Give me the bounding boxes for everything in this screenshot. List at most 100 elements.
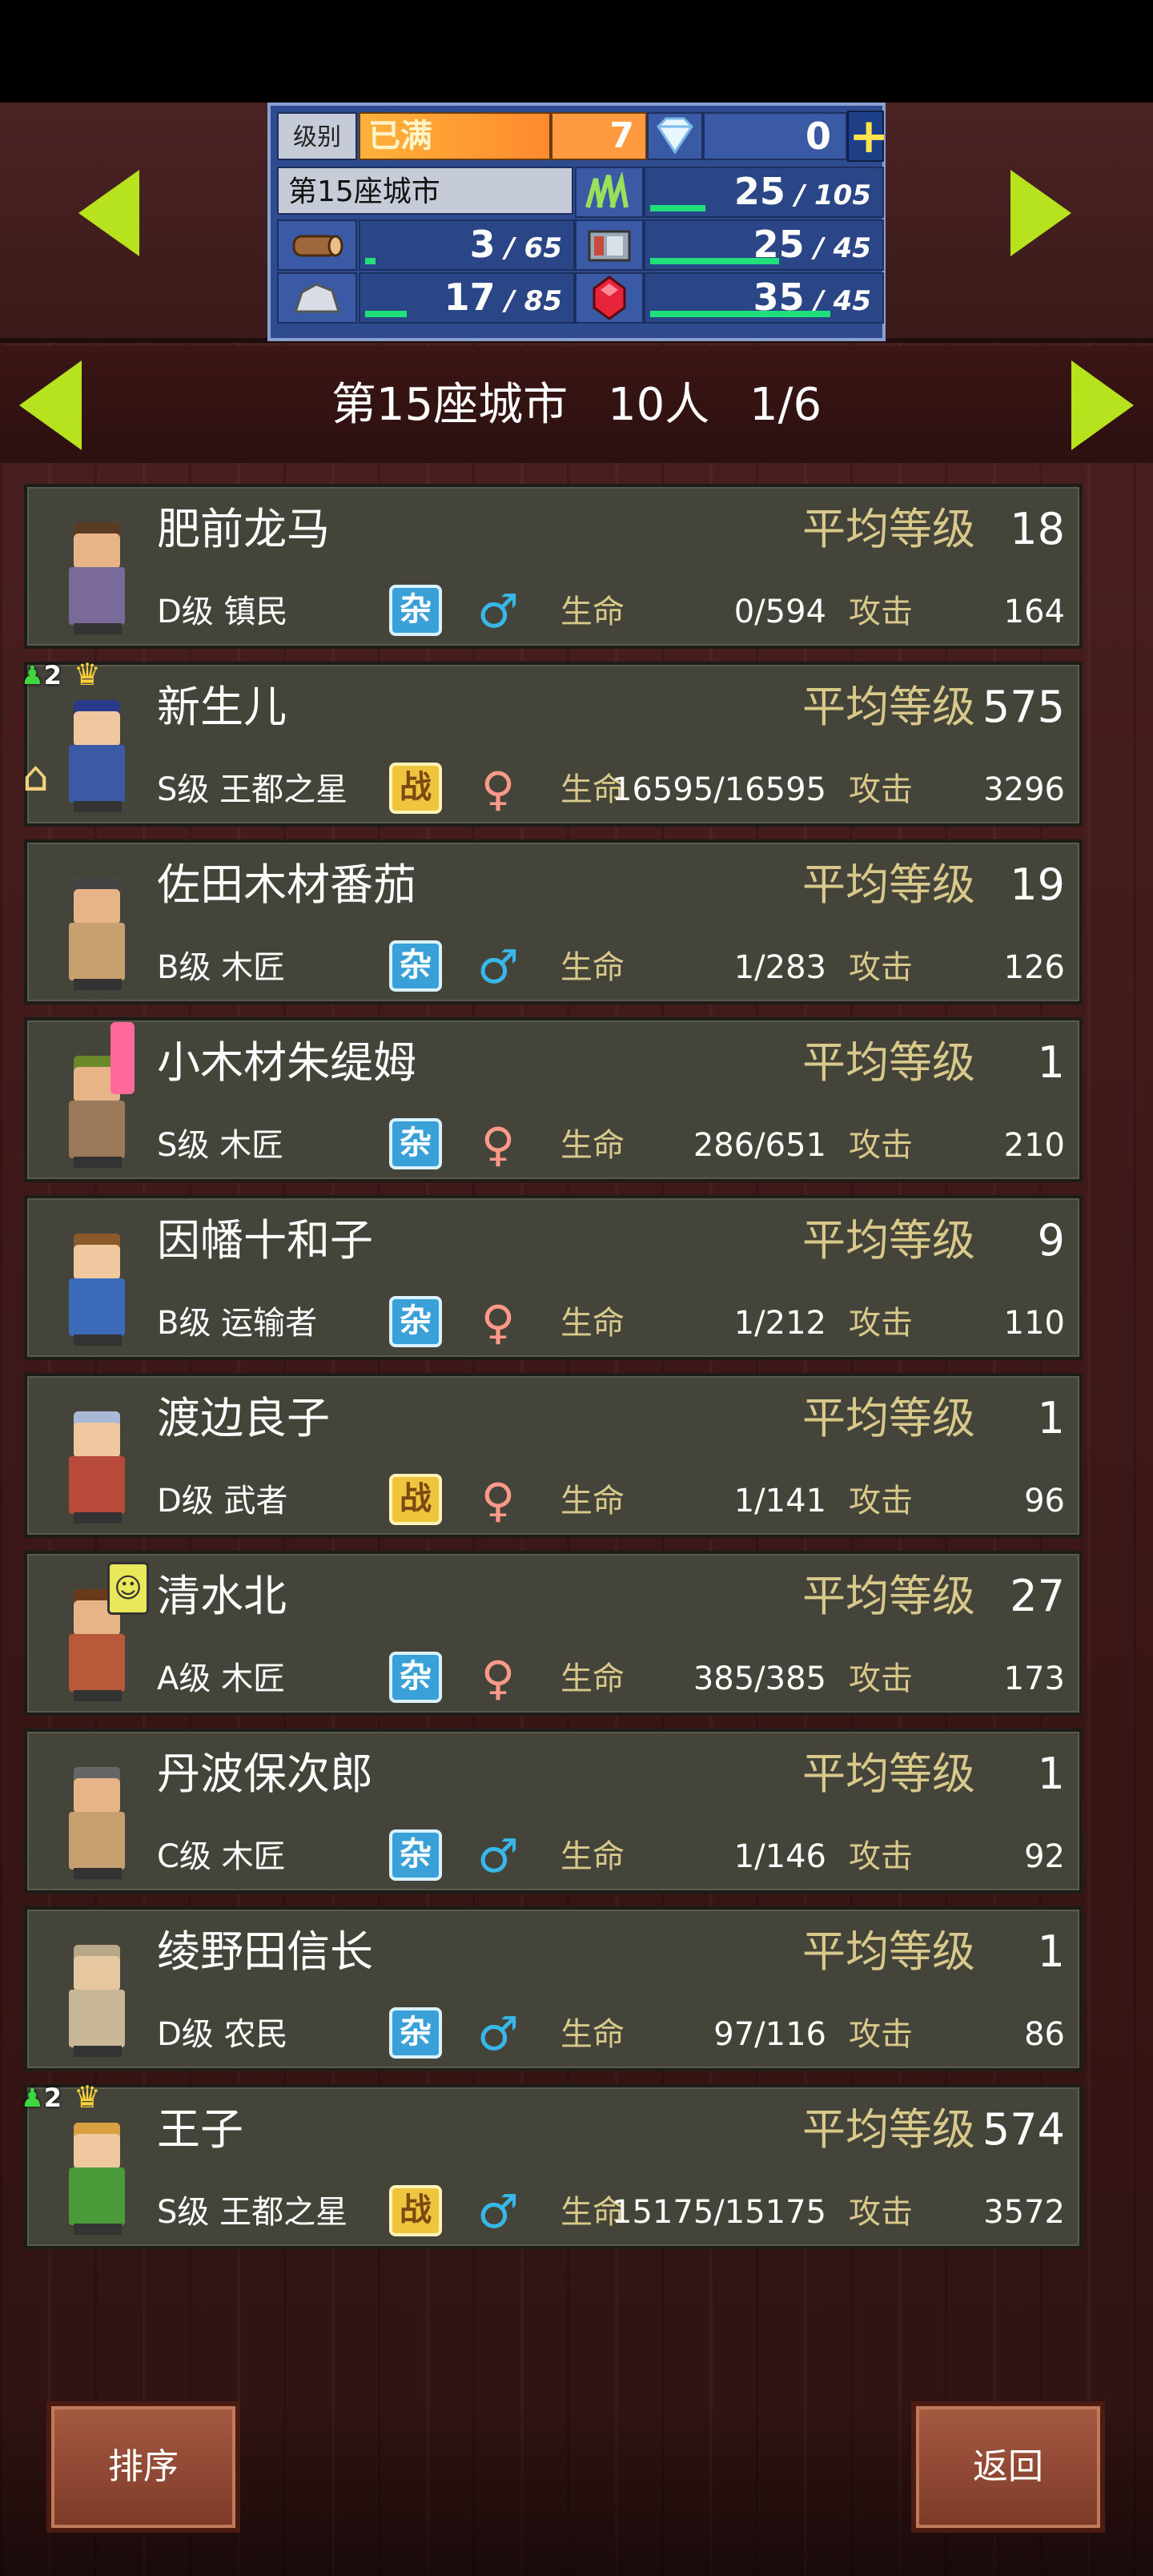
portrait-body <box>69 1278 125 1336</box>
atk-label: 攻击 <box>849 2016 913 2053</box>
resident-name: 佐田木材番茄 <box>157 859 416 910</box>
resident-name: 肥前龙马 <box>157 504 330 554</box>
list-title: 第15座城市 10人 1/6 <box>0 373 1153 437</box>
resident-card[interactable]: 丹波保次郎 平均等级 1 C级 木匠 杂 ♂ 生命 1/146 攻击 92 <box>24 1729 1083 1894</box>
misc-type-icon: 杂 <box>389 2007 442 2059</box>
hp-label: 生命 <box>560 949 625 986</box>
atk-value: 173 <box>1003 1660 1065 1697</box>
iron-bar <box>650 258 779 264</box>
atk-label: 攻击 <box>849 1660 913 1697</box>
hp-label: 生命 <box>560 1838 625 1875</box>
resident-card[interactable]: 渡边良子 平均等级 1 D级 武者 战 ♀ 生命 1/141 攻击 96 <box>24 1373 1083 1538</box>
avg-level-label: 平均等级 <box>802 682 975 732</box>
portrait-feet <box>74 1334 122 1346</box>
misc-type-icon: 杂 <box>389 585 442 636</box>
resident-card[interactable]: 肥前龙马 平均等级 18 D级 镇民 杂 ♂ 生命 0/594 攻击 164 <box>24 484 1083 649</box>
avg-level-value: 18 <box>1010 504 1065 554</box>
resident-card[interactable]: 绫野田信长 平均等级 1 D级 农民 杂 ♂ 生命 97/116 攻击 86 <box>24 1906 1083 2071</box>
level-status: 已满 <box>359 112 551 160</box>
avg-level-value: 19 <box>1010 859 1065 910</box>
avg-level-label: 平均等级 <box>802 1749 975 1799</box>
resident-card[interactable]: 清水北 平均等级 27 A级 木匠 杂 ♀ 生命 385/385 攻击 173 ☺ <box>24 1551 1083 1716</box>
ruby-bar <box>650 311 830 317</box>
atk-value: 3572 <box>983 2194 1065 2231</box>
female-icon: ♀ <box>480 762 516 816</box>
avg-level-value: 1 <box>1037 1037 1065 1088</box>
resident-portrait <box>42 1044 154 1173</box>
atk-label: 攻击 <box>849 949 913 986</box>
avg-level-value: 27 <box>1010 1571 1065 1621</box>
avg-level-value: 1 <box>1037 1926 1065 1977</box>
portrait-head <box>74 1411 120 1458</box>
atk-value: 92 <box>1024 1838 1065 1875</box>
wood-value: 3 / 65 <box>359 219 575 271</box>
avg-level-label: 平均等级 <box>802 1037 975 1088</box>
atk-value: 210 <box>1003 1127 1065 1164</box>
resident-card[interactable]: 新生儿 平均等级 575 S级 王都之星战 ♀ 生命 16595/16595 攻击 3296 ♟2… <box>21 657 1083 827</box>
rebirth-badge: ♟2 <box>21 2083 62 2113</box>
portrait-head <box>74 522 120 569</box>
hp-label: 生命 <box>560 1483 625 1519</box>
diamond-icon <box>647 112 703 160</box>
portrait-feet <box>74 2224 122 2235</box>
resident-card[interactable]: 王子 平均等级 574 S级 王都之星战 ♂ 生命 15175/15175 攻击 3572 ♟2 ♛ <box>21 2079 1083 2249</box>
portrait-head <box>74 1767 120 1813</box>
rank-job: A级 木匠 <box>157 1660 286 1697</box>
portrait-feet <box>74 1512 122 1523</box>
atk-value: 86 <box>1024 2016 1065 2053</box>
grass-value: 25 / 105 <box>644 167 884 218</box>
atk-label: 攻击 <box>849 1838 913 1875</box>
arrow-left-icon <box>78 170 139 256</box>
back-button[interactable]: 返回 <box>911 2401 1105 2533</box>
avg-level-value: 9 <box>1037 1215 1065 1266</box>
portrait-head <box>74 1945 120 1991</box>
sort-button[interactable]: 排序 <box>46 2401 240 2533</box>
resident-card[interactable]: 小木材朱缇姆 平均等级 1 S级 木匠 杂 ♀ 生命 286/651 攻击 210 <box>24 1017 1083 1182</box>
female-icon: ♀ <box>480 1295 516 1350</box>
combat-type-icon: 战 <box>389 2185 442 2236</box>
atk-label: 攻击 <box>849 594 913 630</box>
portrait-body <box>69 1634 125 1692</box>
avg-level-value: 575 <box>982 682 1065 732</box>
level-value: 7 <box>551 112 647 160</box>
hp-value: 97/116 <box>713 2016 826 2053</box>
add-gems-button[interactable]: + <box>847 111 889 162</box>
arrow-right-icon <box>1010 170 1071 256</box>
iron-icon <box>575 219 644 271</box>
hp-label: 生命 <box>560 594 625 630</box>
resident-card[interactable]: 因幡十和子 平均等级 9 B级 运输者 杂 ♀ 生命 1/212 攻击 110 <box>24 1195 1083 1360</box>
atk-value: 110 <box>1003 1305 1065 1342</box>
portrait-head <box>74 1234 120 1280</box>
list-city: 第15座城市 <box>331 379 568 431</box>
rank-job: B级 运输者 <box>157 1305 318 1342</box>
hp-value: 286/651 <box>693 1127 826 1164</box>
ruby-value: 35 / 45 <box>644 272 884 324</box>
hp-value: 1/283 <box>733 949 826 986</box>
avg-level-value: 1 <box>1037 1393 1065 1443</box>
resident-card[interactable]: 佐田木材番茄 平均等级 19 B级 木匠 杂 ♂ 生命 1/283 攻击 126 <box>24 839 1083 1004</box>
portrait-feet <box>74 979 122 990</box>
atk-label: 攻击 <box>849 1483 913 1519</box>
wood-bar <box>365 258 376 264</box>
hp-value: 1/146 <box>733 1838 826 1875</box>
grass-icon <box>575 167 644 218</box>
portrait-feet <box>74 623 122 634</box>
wood-icon <box>277 219 357 271</box>
resident-name: 绫野田信长 <box>157 1926 373 1977</box>
stone-value: 17 / 85 <box>359 272 575 324</box>
rank-job: S级 木匠 <box>157 1127 284 1164</box>
atk-label: 攻击 <box>849 1305 913 1342</box>
female-icon: ♀ <box>480 1117 516 1172</box>
rank-job: C级 木匠 <box>157 1838 286 1875</box>
portrait-body <box>69 1990 125 2047</box>
avg-level-label: 平均等级 <box>802 1393 975 1443</box>
rank-job: D级 镇民 <box>157 594 288 630</box>
misc-type-icon: 杂 <box>389 940 442 992</box>
hp-value: 15175/15175 <box>612 2194 826 2231</box>
grass-bar <box>650 205 705 211</box>
rank-job: B级 木匠 <box>157 949 286 986</box>
rank-job: D级 武者 <box>157 1483 288 1519</box>
resident-name: 王子 <box>157 2104 243 2155</box>
rebirth-badge: ♟2 <box>21 660 62 690</box>
portrait-feet <box>74 2046 122 2057</box>
